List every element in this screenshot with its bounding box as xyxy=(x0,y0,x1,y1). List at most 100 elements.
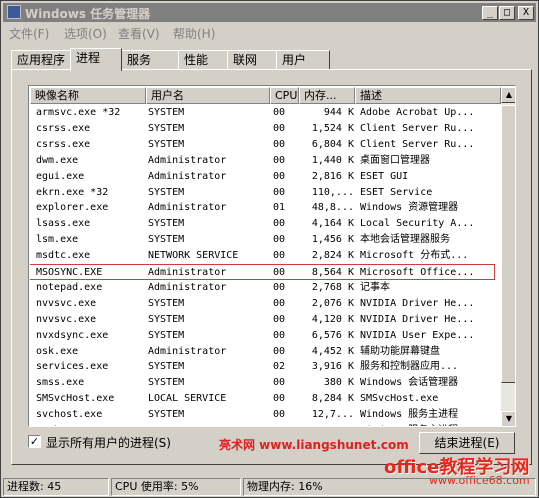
table-row[interactable]: SMSvcHost.exe LOCAL SERVICE 00 8,284 K SMSvc… xyxy=(30,391,501,407)
cell-memory: 1,456 K xyxy=(311,234,354,246)
cell-user-name: SYSTEM xyxy=(148,107,185,118)
task-manager-window: Windows 任务管理器 _ □ X 文件(F) 选项(O) 查看(V) 帮助… xyxy=(0,0,539,498)
cell-memory: 2,768 K xyxy=(311,281,354,293)
process-list[interactable]: 映像名称 用户名 CPU 内存... 描述 armsvc.exe *32 SYST… xyxy=(28,85,516,427)
status-bar: 进程数: 45 CPU 使用率: 5% 物理内存: 16% xyxy=(3,478,536,496)
cell-description: Microsoft 分布式... xyxy=(360,250,469,262)
cell-cpu: 00 xyxy=(273,393,286,405)
scroll-up-button[interactable]: ▲ xyxy=(501,87,515,103)
table-row[interactable]: msdtc.exe NETWORK SERVICE 00 2,824 K Microso… xyxy=(30,248,501,264)
cell-image-name: egui.exe xyxy=(36,170,85,182)
cell-description: Windows 会话管理器 xyxy=(360,377,459,389)
cell-description: Client Server Ru... xyxy=(360,138,475,150)
cell-description: 记事本 xyxy=(360,281,390,293)
end-process-button[interactable]: 结束进程(E) xyxy=(419,432,515,454)
tab-performance[interactable]: 性能 xyxy=(178,50,228,70)
col-header-image-name[interactable]: 映像名称 xyxy=(30,87,146,104)
table-row[interactable]: csrss.exe SYSTEM 00 1,524 K Client Server Ru… xyxy=(30,121,501,137)
tab-users[interactable]: 用户 xyxy=(276,50,330,70)
table-row[interactable]: ekrn.exe *32 SYSTEM 00 110,... ESET Service xyxy=(30,185,501,201)
table-row[interactable]: armsvc.exe *32 SYSTEM 00 944 K Adobe Acrobat… xyxy=(30,105,501,121)
cell-description: 辅助功能屏幕键盘 xyxy=(360,345,440,357)
table-row[interactable]: services.exe SYSTEM 02 3,916 K 服务和控制器应用... xyxy=(30,359,501,375)
scroll-down-button[interactable]: ▼ xyxy=(501,411,515,426)
cell-memory: 3,916 K xyxy=(311,361,354,373)
table-row[interactable]: lsm.exe SYSTEM 00 1,456 K 本地会话管理器服务 xyxy=(30,232,501,248)
cell-memory: 6,576 K xyxy=(311,329,354,341)
table-row[interactable]: lsass.exe SYSTEM 00 4,164 K Local Security A… xyxy=(30,216,501,232)
table-row[interactable]: dwm.exe Administrator 00 1,440 K 桌面窗口管理器 xyxy=(30,153,501,169)
cell-cpu: 02 xyxy=(273,361,286,373)
table-row[interactable]: nvvsvc.exe SYSTEM 00 2,076 K NVIDIA Driver H… xyxy=(30,296,501,312)
cell-image-name: svchost.exe xyxy=(36,409,103,421)
table-row[interactable]: nvvsvc.exe SYSTEM 00 4,120 K NVIDIA Driver H… xyxy=(30,312,501,328)
col-header-description[interactable]: 描述 xyxy=(355,87,501,104)
maximize-button[interactable]: □ xyxy=(499,6,515,20)
cell-user-name: Administrator xyxy=(148,202,227,214)
cell-memory: 944 K xyxy=(323,107,354,118)
table-row[interactable]: svchost.exeLOCAL SERVICE003,628 K Windows… xyxy=(30,423,501,426)
menu-options[interactable]: 选项(O) xyxy=(64,25,107,42)
title-bar[interactable]: Windows 任务管理器 _ □ X xyxy=(3,3,536,22)
cell-cpu: 00 xyxy=(273,329,286,341)
cell-image-name: nvvsvc.exe xyxy=(36,297,97,309)
cell-user-name: Administrator xyxy=(148,345,227,357)
scroll-thumb[interactable] xyxy=(501,105,515,383)
col-header-user-name[interactable]: 用户名 xyxy=(146,87,270,104)
show-all-users-checkbox[interactable]: ✓ xyxy=(28,435,41,448)
menu-help[interactable]: 帮助(H) xyxy=(173,25,215,42)
table-row[interactable]: explorer.exe Administrator 01 48,8... Window… xyxy=(30,200,501,216)
cell-description: SMSvcHost.exe xyxy=(360,393,439,405)
cell-user-name: Administrator xyxy=(148,267,227,278)
cell-memory: 4,452 K xyxy=(311,345,354,357)
menu-file[interactable]: 文件(F) xyxy=(9,25,49,42)
cell-user-name: SYSTEM xyxy=(148,329,185,341)
cell-cpu: 00 xyxy=(273,122,286,134)
cell-cpu: 00 xyxy=(273,107,286,118)
table-row[interactable]: osk.exe Administrator 00 4,452 K 辅助功能屏幕键盘 xyxy=(30,344,501,360)
table-row[interactable]: notepad.exe Administrator 00 2,768 K 记事本 xyxy=(30,280,501,296)
cell-cpu: 00 xyxy=(273,234,286,246)
cell-cpu: 00 xyxy=(273,138,286,150)
cell-memory: 2,824 K xyxy=(311,250,354,262)
cell-user-name: Administrator xyxy=(148,170,227,182)
cell-image-name: lsm.exe xyxy=(36,234,79,246)
table-row[interactable]: smss.exe SYSTEM 00 380 K Windows 会话管理器 xyxy=(30,375,501,391)
app-icon xyxy=(7,5,21,19)
cell-cpu: 00 xyxy=(273,313,286,325)
cell-memory: 2,816 K xyxy=(311,170,354,182)
table-row[interactable]: nvxdsync.exe SYSTEM 00 6,576 K NVIDIA User E… xyxy=(30,328,501,344)
cell-cpu: 00 xyxy=(273,297,286,309)
vertical-scrollbar[interactable]: ▲ ▼ xyxy=(501,87,515,426)
cell-description: Local Security A... xyxy=(360,218,475,230)
tab-networking[interactable]: 联网 xyxy=(227,50,277,70)
cell-user-name: SYSTEM xyxy=(148,186,185,198)
tab-services[interactable]: 服务 xyxy=(121,50,179,70)
cell-cpu: 00 xyxy=(273,218,286,230)
tab-processes[interactable]: 进程 xyxy=(70,48,122,71)
cell-memory: 8,284 K xyxy=(311,393,354,405)
table-row[interactable]: csrss.exe SYSTEM 00 6,804 K Client Server Ru… xyxy=(30,137,501,153)
process-list-viewport: 映像名称 用户名 CPU 内存... 描述 armsvc.exe *32 SYST… xyxy=(30,87,501,426)
cell-memory: 4,120 K xyxy=(311,313,354,325)
cell-description: 服务和控制器应用... xyxy=(360,361,459,373)
cell-user-name: Administrator xyxy=(148,281,227,293)
cell-image-name: svchost.exe xyxy=(36,423,146,426)
close-button[interactable]: X xyxy=(518,6,534,20)
table-row[interactable]: egui.exe Administrator 00 2,816 K ESET GUI xyxy=(30,169,501,185)
cell-user-name: LOCAL SERVICE xyxy=(148,393,227,405)
minimize-button[interactable]: _ xyxy=(482,6,498,20)
cell-memory: 380 K xyxy=(323,377,354,389)
table-row[interactable]: svchost.exe SYSTEM 00 12,7... Windows 服务主进程 xyxy=(30,407,501,423)
cell-image-name: notepad.exe xyxy=(36,281,103,293)
cell-user-name: SYSTEM xyxy=(148,313,185,325)
col-header-cpu[interactable]: CPU xyxy=(270,87,299,104)
cell-description: Client Server Ru... xyxy=(360,122,475,134)
cell-memory: 1,440 K xyxy=(311,154,354,166)
status-physical-memory: 物理内存: 16% xyxy=(243,478,536,496)
cell-description: Windows 资源管理器 xyxy=(360,202,459,214)
menu-view[interactable]: 查看(V) xyxy=(118,25,160,42)
table-row-highlighted[interactable]: MSOSYNC.EXE Administrator 00 8,564 K Microso… xyxy=(30,264,495,280)
tab-applications[interactable]: 应用程序 xyxy=(11,50,71,70)
col-header-memory[interactable]: 内存... xyxy=(299,87,355,104)
